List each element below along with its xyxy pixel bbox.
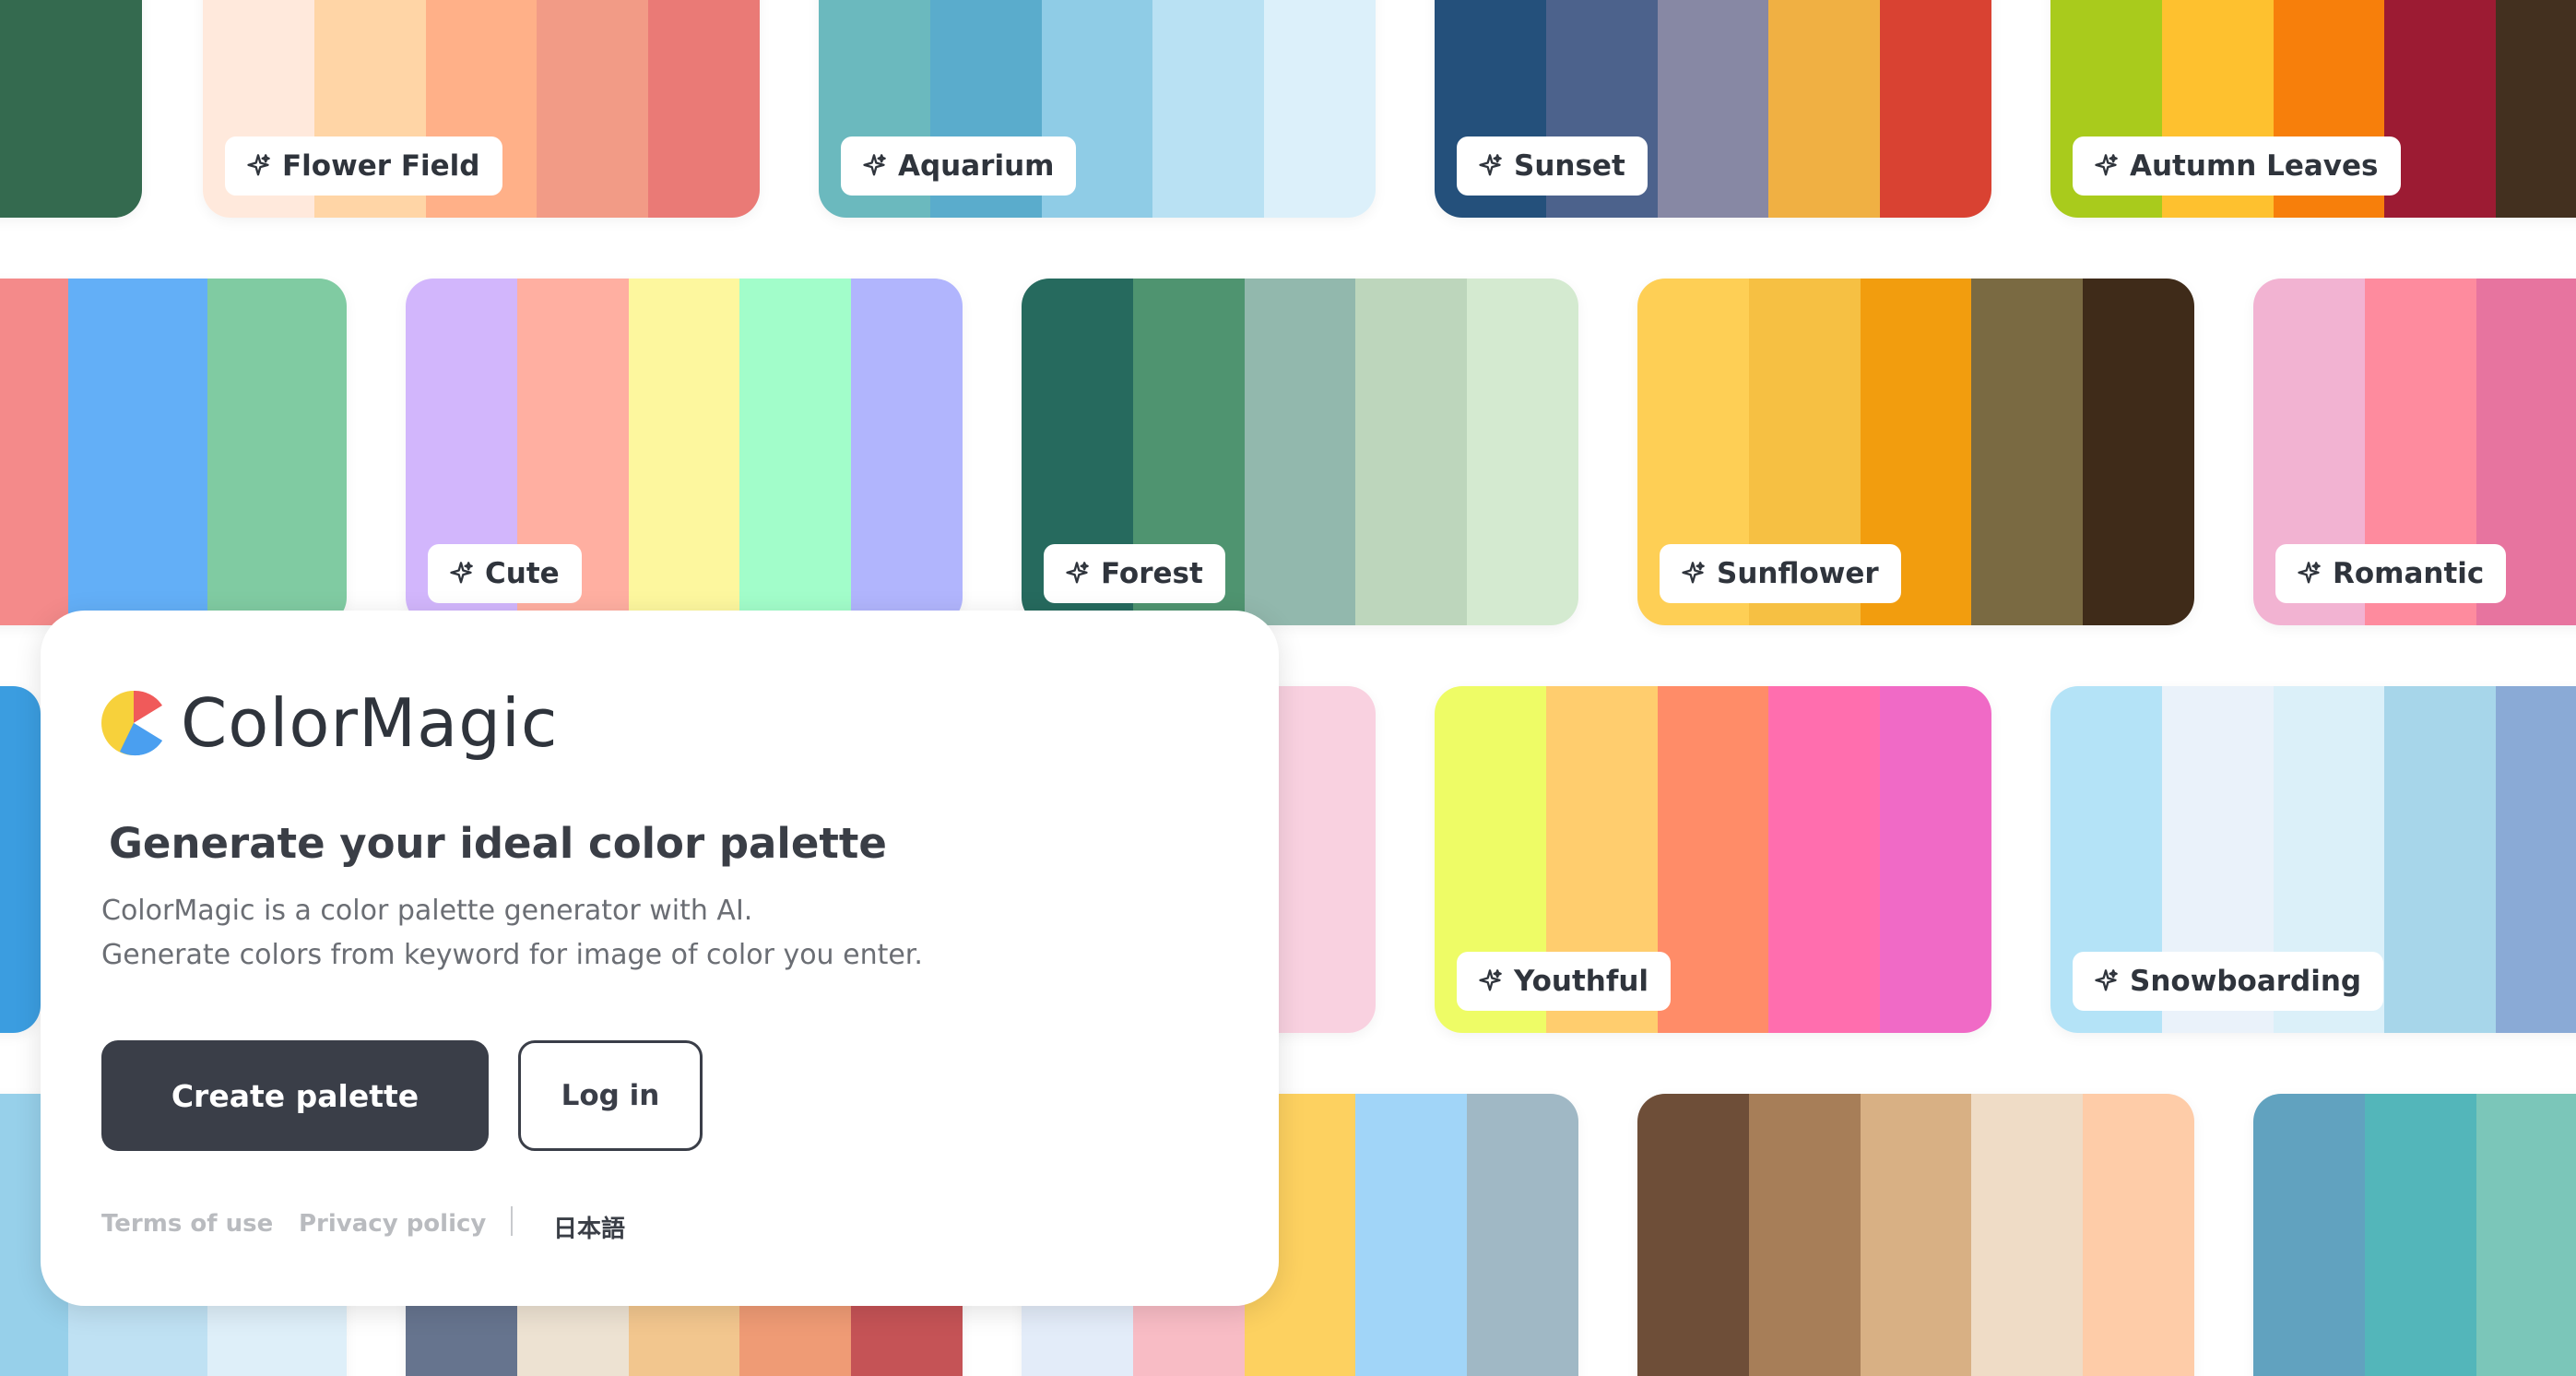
color-swatch <box>2083 1094 2194 1376</box>
color-swatch <box>537 0 649 218</box>
palette-card[interactable]: Autumn Leaves <box>2050 0 2576 218</box>
color-swatch <box>1971 279 2084 625</box>
palette-card[interactable]: Aquarium <box>819 0 1376 218</box>
description-line-1: ColorMagic is a color palette generator … <box>101 895 753 927</box>
terms-link[interactable]: Terms of use <box>101 1210 273 1238</box>
palette-card[interactable] <box>2253 1094 2576 1376</box>
sparkle-icon <box>2093 968 2119 994</box>
palette-name: Romantic <box>2333 557 2485 590</box>
color-swatch <box>1768 686 1881 1033</box>
sparkle-icon <box>1477 968 1503 994</box>
palette-tag: Cute <box>428 544 582 603</box>
color-swatch <box>0 279 68 625</box>
palette-tag: Autumn Leaves <box>2073 136 2401 196</box>
color-swatch <box>739 279 852 625</box>
palette-card[interactable] <box>0 279 347 625</box>
palette-name: Cute <box>485 557 560 590</box>
sparkle-icon <box>448 561 474 587</box>
palette-tag: Romantic <box>2275 544 2507 603</box>
sparkle-icon <box>245 153 271 179</box>
palette-card[interactable]: Sunflower <box>1637 279 2194 625</box>
palette-name: Forest <box>1101 557 1203 590</box>
color-swatch <box>1244 279 1356 625</box>
palette-tag: Forest <box>1044 544 1225 603</box>
color-swatch <box>207 279 347 625</box>
login-button[interactable]: Log in <box>518 1040 703 1151</box>
palette-card[interactable]: Sunset <box>1435 0 1991 218</box>
palette-tag: Sunset <box>1457 136 1648 196</box>
palette-tag: Youthful <box>1457 952 1672 1011</box>
color-swatch <box>1657 686 1769 1033</box>
color-swatch <box>2384 686 2497 1033</box>
create-palette-button[interactable]: Create palette <box>101 1040 489 1151</box>
brand-name: ColorMagic <box>181 684 559 762</box>
palette-card[interactable] <box>0 686 41 1033</box>
brand-logo: ColorMagic <box>101 684 559 762</box>
palette-card[interactable]: Forest <box>1022 279 1578 625</box>
page-headline: Generate your ideal color palette <box>109 819 887 868</box>
color-swatch <box>2476 1094 2576 1376</box>
color-swatch <box>1657 0 1769 218</box>
color-swatch <box>2253 1094 2365 1376</box>
color-swatch <box>628 279 740 625</box>
color-swatch <box>1768 0 1881 218</box>
color-swatch <box>1971 1094 2084 1376</box>
palette-card[interactable] <box>1637 1094 2194 1376</box>
palette-tag: Snowboarding <box>2073 952 2384 1011</box>
color-swatch <box>2496 686 2576 1033</box>
color-swatch <box>68 279 207 625</box>
palette-tag: Flower Field <box>225 136 502 196</box>
palette-card[interactable]: Flower Field <box>203 0 760 218</box>
color-swatch <box>1355 1094 1468 1376</box>
palette-card[interactable]: Snowboarding <box>2050 686 2576 1033</box>
color-swatch <box>1264 0 1376 218</box>
color-swatch <box>1152 0 1265 218</box>
color-swatch <box>1355 279 1468 625</box>
color-swatch <box>851 279 963 625</box>
palette-name: Aquarium <box>898 149 1055 183</box>
color-swatch <box>1467 1094 1578 1376</box>
color-swatch <box>2384 0 2497 218</box>
sparkle-icon <box>1680 561 1706 587</box>
palette-name: Youthful <box>1514 965 1649 998</box>
sparkle-icon <box>1477 153 1503 179</box>
palette-name: Flower Field <box>282 149 480 183</box>
palette-name: Sunflower <box>1717 557 1879 590</box>
color-swatch <box>2083 279 2194 625</box>
description-line-2: Generate colors from keyword for image o… <box>101 939 923 971</box>
palette-card[interactable] <box>0 0 142 218</box>
color-swatch <box>648 0 760 218</box>
sparkle-icon <box>1064 561 1090 587</box>
sparkle-icon <box>861 153 887 179</box>
color-swatch <box>2364 1094 2476 1376</box>
color-swatch <box>2496 0 2576 218</box>
palette-card[interactable]: Romantic <box>2253 279 2576 625</box>
language-link[interactable]: 日本語 <box>553 1210 625 1244</box>
color-swatch <box>1860 1094 1972 1376</box>
sparkle-icon <box>2093 153 2119 179</box>
color-swatch <box>1637 1094 1749 1376</box>
palette-name: Sunset <box>1514 149 1625 183</box>
palette-tag: Sunflower <box>1660 544 1901 603</box>
color-swatch <box>0 0 142 218</box>
palette-card[interactable]: Youthful <box>1435 686 1991 1033</box>
privacy-link[interactable]: Privacy policy <box>299 1210 486 1238</box>
palette-name: Snowboarding <box>2130 965 2362 998</box>
palette-tag: Aquarium <box>841 136 1077 196</box>
color-swatch <box>1880 0 1991 218</box>
color-swatch <box>1880 686 1991 1033</box>
palette-card[interactable]: Cute <box>406 279 963 625</box>
color-swatch <box>0 686 41 1033</box>
sparkle-icon <box>2296 561 2322 587</box>
color-swatch <box>1748 1094 1861 1376</box>
footer-separator <box>511 1206 513 1236</box>
intro-panel: ColorMagic Generate your ideal color pal… <box>41 611 1279 1306</box>
colormagic-logo-icon <box>101 690 166 756</box>
palette-name: Autumn Leaves <box>2130 149 2379 183</box>
color-swatch <box>1467 279 1578 625</box>
